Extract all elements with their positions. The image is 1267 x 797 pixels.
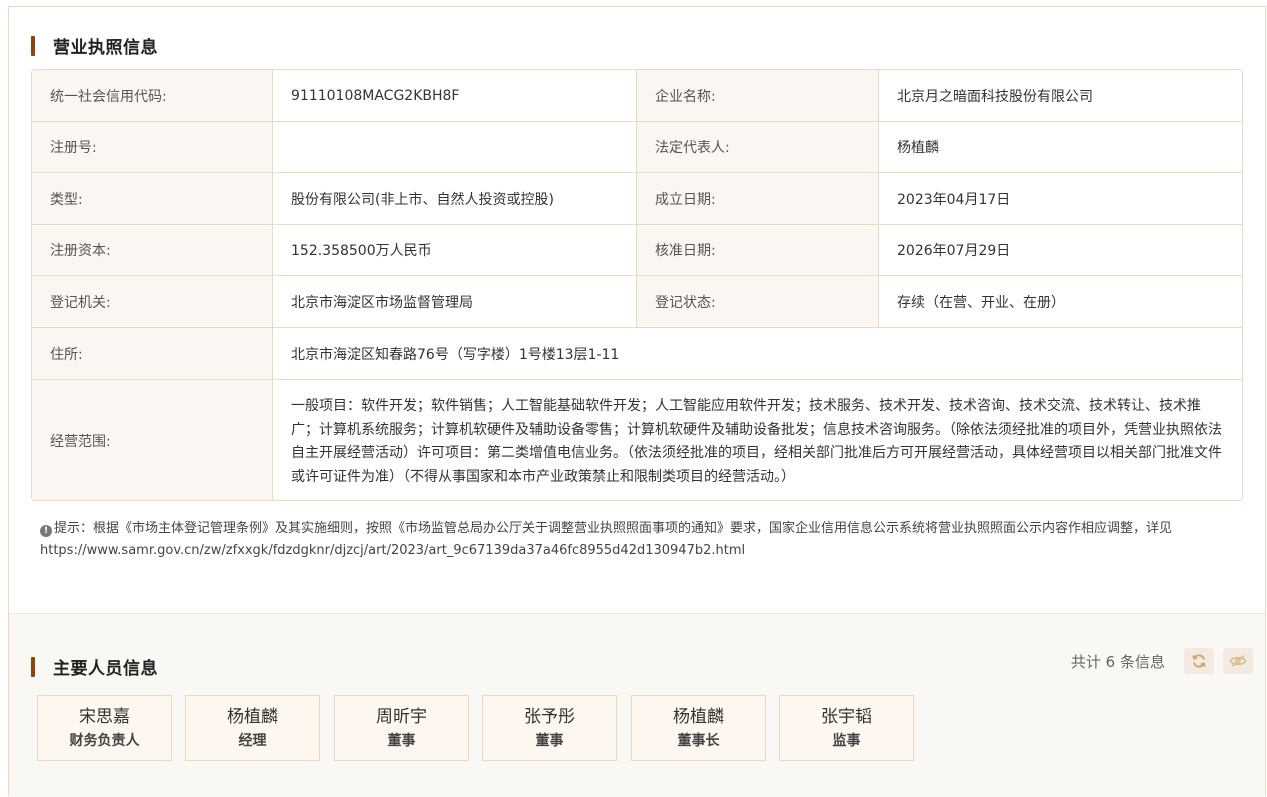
person-card[interactable]: 宋思嘉 财务负责人 [37, 695, 172, 761]
company-name-value: 北京月之暗面科技股份有限公司 [879, 70, 1242, 121]
address-label: 住所: [32, 328, 273, 379]
license-table: 统一社会信用代码: 91110108MACG2KBH8F 企业名称: 北京月之暗… [31, 69, 1243, 501]
table-row: 注册资本: 152.358500万人民币 核准日期: 2026年07月29日 [32, 225, 1242, 276]
table-row: 登记机关: 北京市海淀区市场监督管理局 登记状态: 存续（在营、开业、在册） [32, 276, 1242, 328]
capital-value: 152.358500万人民币 [273, 225, 637, 275]
authority-label: 登记机关: [32, 276, 273, 327]
table-row: 统一社会信用代码: 91110108MACG2KBH8F 企业名称: 北京月之暗… [32, 70, 1242, 122]
legal-rep-value[interactable]: 杨植麟 [879, 122, 1242, 172]
person-card[interactable]: 张宇韬 监事 [779, 695, 914, 761]
hide-eye-icon [1229, 654, 1247, 668]
section-marker [31, 35, 35, 56]
notice-tip: ! 提示：根据《市场主体登记管理条例》及其实施细则，按照《市场监管总局办公厅关于调… [40, 518, 1240, 562]
person-role: 董事 [535, 732, 564, 749]
status-value: 存续（在营、开业、在册） [879, 276, 1242, 327]
person-name: 杨植麟 [227, 706, 278, 727]
table-row: 类型: 股份有限公司(非上市、自然人投资或控股) 成立日期: 2023年04月1… [32, 173, 1242, 225]
personnel-toolbar: 共计 6 条信息 [1071, 648, 1253, 674]
person-role: 经理 [238, 732, 267, 749]
credit-code-label: 统一社会信用代码: [32, 70, 273, 121]
credit-code-value: 91110108MACG2KBH8F [273, 70, 637, 121]
found-date-value: 2023年04月17日 [879, 173, 1242, 224]
person-card[interactable]: 周昕宇 董事 [334, 695, 469, 761]
section-marker [31, 656, 35, 677]
person-name: 张宇韬 [821, 706, 872, 727]
person-card[interactable]: 杨植麟 经理 [185, 695, 320, 761]
refresh-icon [1192, 654, 1206, 668]
person-role: 监事 [832, 732, 861, 749]
address-value: 北京市海淀区知春路76号（写字楼）1号楼13层1-11 [273, 328, 1242, 379]
scope-label: 经营范围: [32, 380, 273, 500]
person-name: 周昕宇 [376, 706, 427, 727]
status-label: 登记状态: [637, 276, 879, 327]
person-card[interactable]: 杨植麟 董事长 [631, 695, 766, 761]
person-name: 杨植麟 [673, 706, 724, 727]
personnel-section: 主要人员信息 共计 6 条信息 宋思嘉 财务负责人 杨植麟 经理 周昕宇 董事 … [9, 613, 1265, 797]
person-role: 董事长 [677, 732, 720, 749]
approval-date-value: 2026年07月29日 [879, 225, 1242, 275]
type-value: 股份有限公司(非上市、自然人投资或控股) [273, 173, 637, 224]
person-card[interactable]: 张予彤 董事 [482, 695, 617, 761]
table-row: 经营范围: 一般项目：软件开发；软件销售；人工智能基础软件开发；人工智能应用软件… [32, 380, 1242, 500]
approval-date-label: 核准日期: [637, 225, 879, 275]
table-row: 注册号: 法定代表人: 杨植麟 [32, 122, 1242, 173]
person-name: 宋思嘉 [79, 706, 130, 727]
info-icon: ! [40, 525, 52, 537]
tip-link[interactable]: https://www.samr.gov.cn/zw/zfxxgk/fdzdgk… [40, 543, 745, 558]
table-row: 住所: 北京市海淀区知春路76号（写字楼）1号楼13层1-11 [32, 328, 1242, 380]
person-role: 董事 [387, 732, 416, 749]
personnel-section-header: 主要人员信息 [31, 654, 158, 679]
reg-number-label: 注册号: [32, 122, 273, 172]
authority-value: 北京市海淀区市场监督管理局 [273, 276, 637, 327]
tip-text: 提示：根据《市场主体登记管理条例》及其实施细则，按照《市场监管总局办公厅关于调整… [54, 521, 1173, 536]
record-count: 共计 6 条信息 [1070, 652, 1165, 671]
business-info-panel: 营业执照信息 统一社会信用代码: 91110108MACG2KBH8F 企业名称… [8, 6, 1266, 797]
license-section-header: 营业执照信息 [31, 33, 158, 58]
person-role: 财务负责人 [69, 732, 140, 749]
reg-number-value [273, 122, 637, 172]
found-date-label: 成立日期: [637, 173, 879, 224]
scope-value: 一般项目：软件开发；软件销售；人工智能基础软件开发；人工智能应用软件开发；技术服… [273, 380, 1242, 500]
hide-button[interactable] [1223, 648, 1253, 674]
type-label: 类型: [32, 173, 273, 224]
company-name-label: 企业名称: [637, 70, 879, 121]
refresh-button[interactable] [1184, 648, 1214, 674]
license-section-title: 营业执照信息 [53, 38, 158, 58]
capital-label: 注册资本: [32, 225, 273, 275]
person-name: 张予彤 [524, 706, 575, 727]
personnel-section-title: 主要人员信息 [53, 659, 158, 679]
legal-rep-label: 法定代表人: [637, 122, 879, 172]
